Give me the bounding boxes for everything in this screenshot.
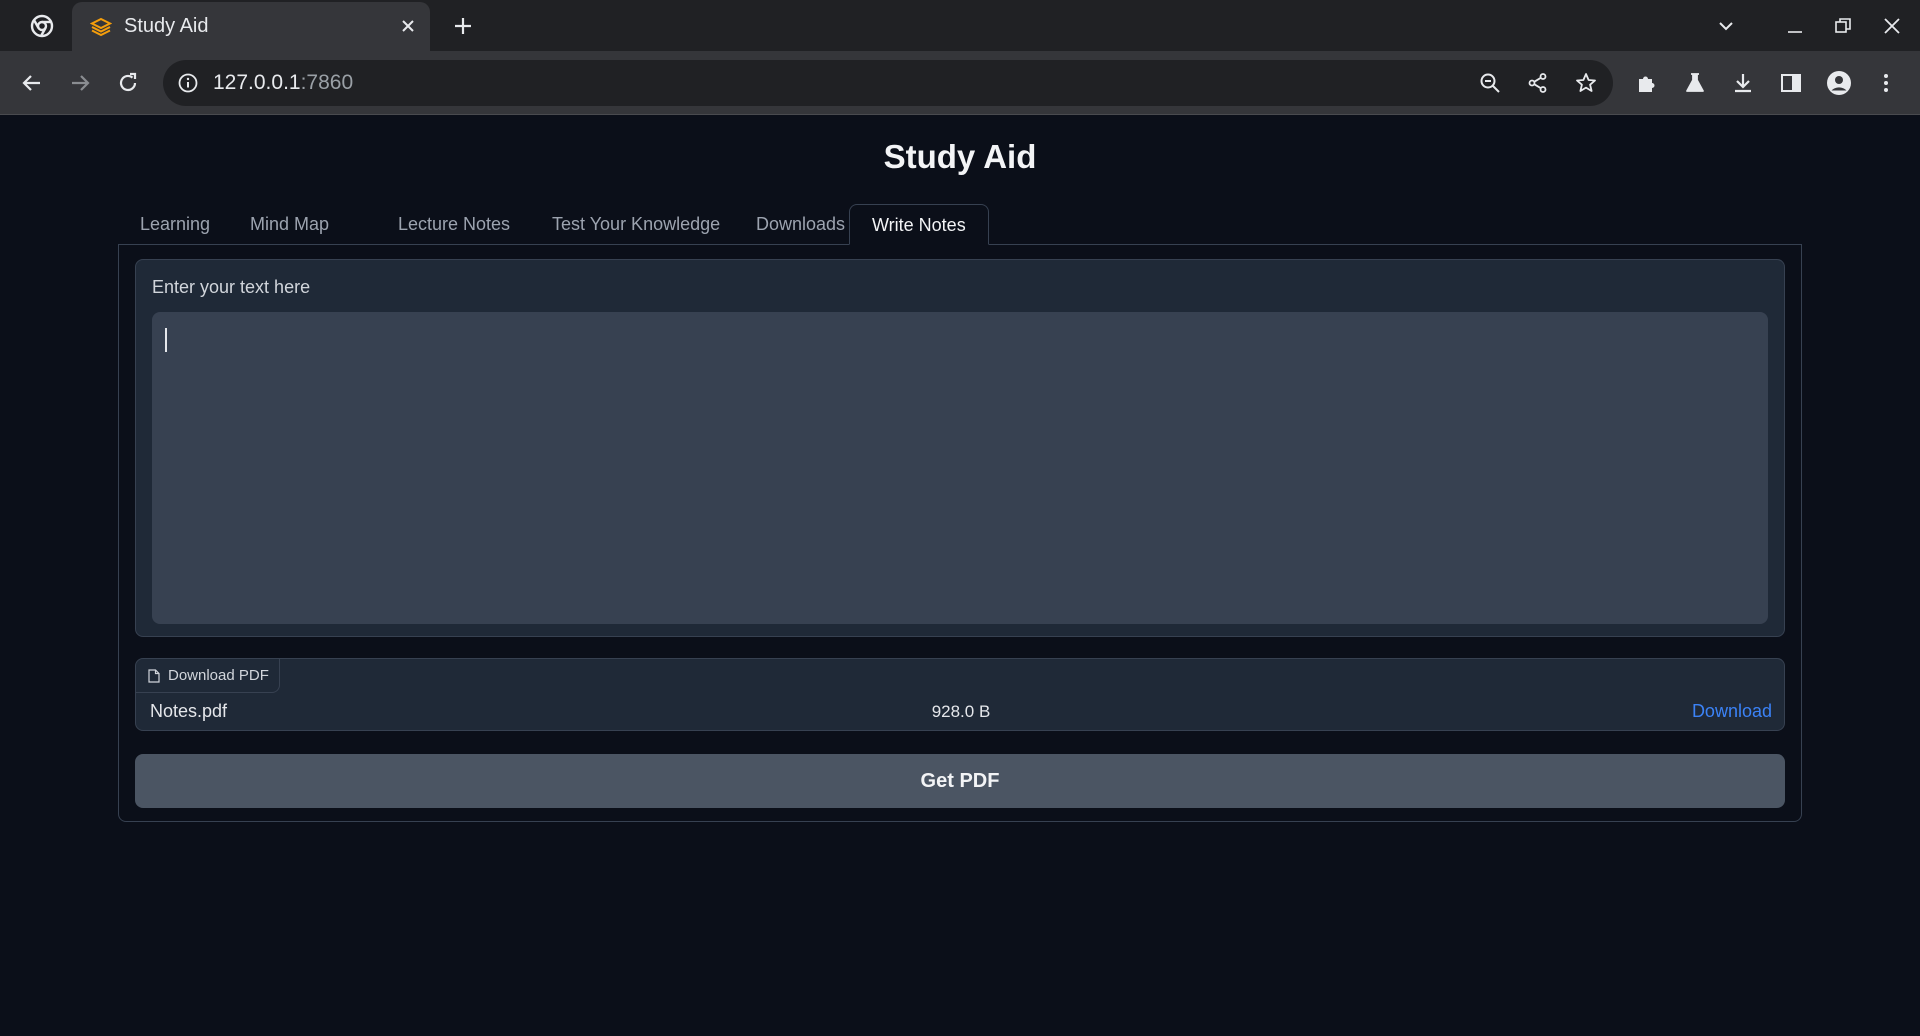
restore-icon[interactable] (1827, 10, 1859, 42)
file-icon (148, 668, 160, 683)
new-tab-icon[interactable] (448, 11, 478, 41)
share-icon[interactable] (1525, 70, 1551, 96)
text-input-block: Enter your text here (135, 259, 1785, 637)
tab-mind-map[interactable]: Mind Map (228, 204, 351, 245)
side-panel-icon[interactable] (1774, 66, 1808, 100)
file-download-block: Download PDF Notes.pdf 928.0 B Download (135, 658, 1785, 731)
file-size: 928.0 B (931, 702, 991, 721)
tab-downloads[interactable]: Downloads (734, 204, 867, 245)
back-arrow-icon[interactable] (14, 65, 50, 101)
text-input-label: Enter your text here (152, 277, 311, 297)
tab-learning[interactable]: Learning (118, 204, 232, 245)
write-notes-panel: Enter your text here Download PDF Notes.… (118, 244, 1802, 822)
profile-avatar-icon[interactable] (1822, 66, 1856, 100)
forward-arrow-icon[interactable] (62, 65, 98, 101)
extensions-puzzle-icon[interactable] (1630, 66, 1664, 100)
tab-write-notes[interactable]: Write Notes (849, 204, 989, 245)
browser-tab-study-aid[interactable]: Study Aid (72, 2, 430, 51)
layers-icon (90, 16, 112, 38)
site-info-icon[interactable] (177, 72, 199, 94)
address-bar[interactable]: 127.0.0.1:7860 (163, 60, 1613, 106)
more-menu-icon[interactable] (1869, 66, 1903, 100)
text-cursor (165, 328, 167, 352)
tab-search-chevron-icon[interactable] (1710, 10, 1742, 42)
browser-tab-title: Study Aid (124, 15, 209, 37)
app-tabs: Learning Mind Map Lecture Notes Test You… (118, 204, 1802, 245)
url-port: :7860 (300, 71, 354, 94)
file-block-label-text: Download PDF (168, 667, 269, 684)
labs-flask-icon[interactable] (1678, 66, 1712, 100)
url-host: 127.0.0.1 (213, 71, 301, 94)
browser-toolbar: 127.0.0.1:7860 (0, 51, 1920, 115)
file-download-link[interactable]: Download (1692, 701, 1772, 722)
zoom-icon[interactable] (1477, 70, 1503, 96)
get-pdf-button[interactable]: Get PDF (135, 754, 1785, 808)
tab-lecture-notes[interactable]: Lecture Notes (376, 204, 532, 245)
close-window-icon[interactable] (1876, 10, 1908, 42)
bookmark-star-icon[interactable] (1573, 70, 1599, 96)
browser-tabstrip: Study Aid (0, 0, 1920, 51)
reload-icon[interactable] (110, 65, 146, 101)
file-block-label: Download PDF (136, 659, 280, 693)
download-icon[interactable] (1726, 66, 1760, 100)
url-text: 127.0.0.1:7860 (213, 71, 353, 95)
chrome-icon[interactable] (28, 12, 55, 39)
notes-textarea[interactable] (152, 312, 1768, 624)
tab-test-your-knowledge[interactable]: Test Your Knowledge (530, 204, 742, 245)
page-title: Study Aid (883, 138, 1037, 175)
minimize-icon[interactable] (1779, 10, 1811, 42)
close-tab-icon[interactable] (396, 14, 420, 38)
